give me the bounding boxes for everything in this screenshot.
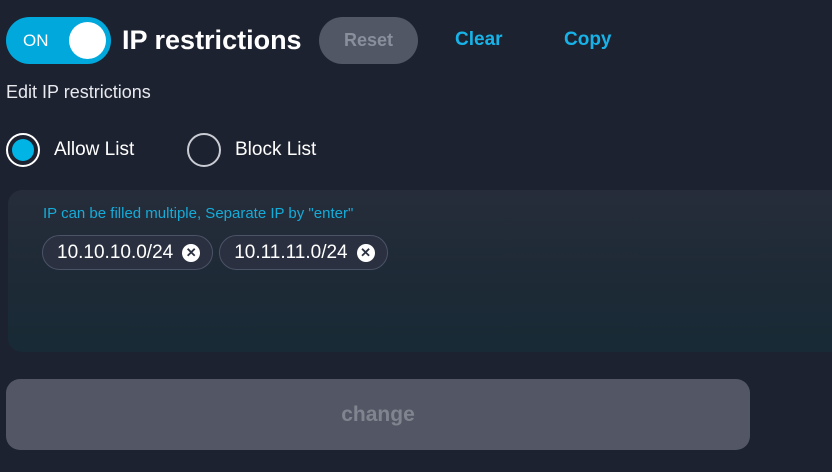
block-list-label: Block List bbox=[235, 139, 317, 160]
ip-tag-value: 10.10.10.0/24 bbox=[57, 241, 174, 263]
section-subtitle: Edit IP restrictions bbox=[6, 82, 151, 102]
radio-unselected-icon bbox=[187, 133, 221, 167]
change-button[interactable]: change bbox=[6, 379, 750, 450]
close-circle-icon[interactable]: ✕ bbox=[356, 243, 375, 262]
copy-button[interactable]: Copy bbox=[564, 28, 612, 52]
ip-tag-value: 10.11.11.0/24 bbox=[234, 241, 348, 263]
ip-tag-list: 10.10.10.0/24 ✕ 10.11.11.0/24 ✕ bbox=[42, 235, 388, 270]
ip-input-hint: IP can be filled multiple, Separate IP b… bbox=[43, 205, 354, 222]
ip-tag: 10.10.10.0/24 ✕ bbox=[42, 235, 214, 270]
toggle-knob bbox=[69, 22, 106, 59]
ip-input-area[interactable]: IP can be filled multiple, Separate IP b… bbox=[8, 190, 832, 352]
on-off-toggle[interactable]: ON bbox=[6, 17, 111, 64]
ip-tag: 10.11.11.0/24 ✕ bbox=[219, 235, 388, 270]
block-list-radio[interactable]: Block List bbox=[187, 133, 337, 167]
ip-restrictions-page: ON IP restrictions Reset Clear Copy Edit… bbox=[0, 0, 832, 472]
allow-list-radio[interactable]: Allow List bbox=[6, 133, 156, 167]
allow-list-label: Allow List bbox=[54, 139, 135, 160]
close-circle-icon[interactable]: ✕ bbox=[182, 243, 201, 262]
radio-dot bbox=[12, 139, 34, 161]
page-title: IP restrictions bbox=[122, 25, 302, 55]
radio-selected-icon bbox=[6, 133, 40, 167]
toggle-label: ON bbox=[23, 31, 49, 50]
clear-button[interactable]: Clear bbox=[455, 28, 503, 52]
reset-button[interactable]: Reset bbox=[319, 17, 418, 64]
